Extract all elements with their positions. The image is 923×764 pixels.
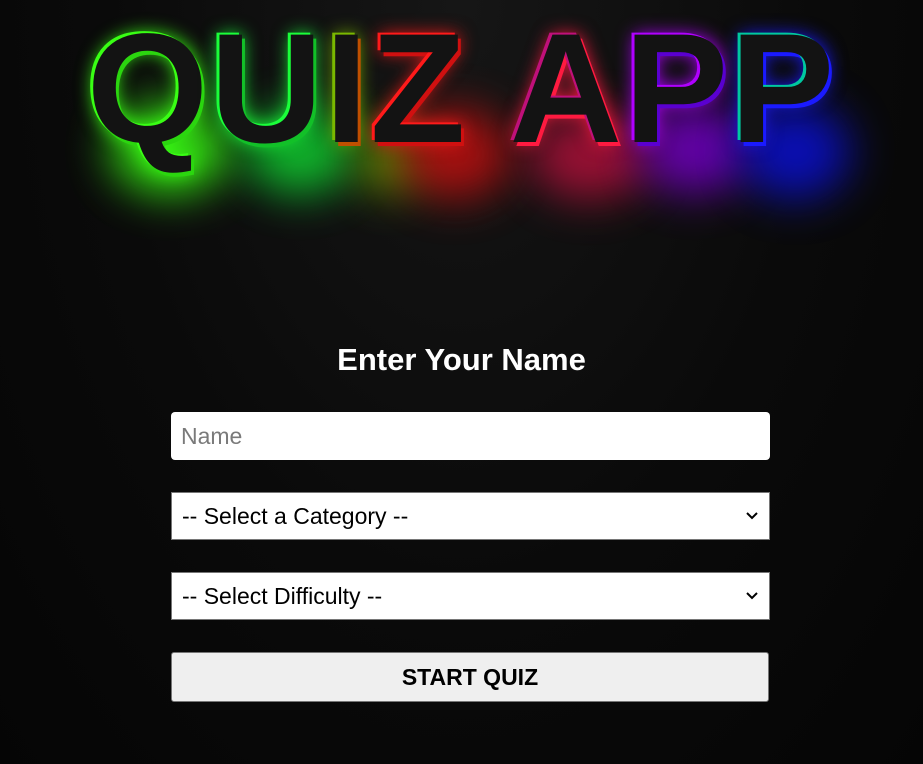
- chevron-down-icon: [745, 589, 759, 603]
- title-letter: I: [324, 2, 371, 176]
- chevron-down-icon: [745, 509, 759, 523]
- title-letter: U: [210, 2, 325, 176]
- category-select-value: -- Select a Category --: [182, 502, 409, 529]
- title-letter: P: [624, 2, 731, 176]
- difficulty-select[interactable]: -- Select Difficulty --: [171, 572, 770, 620]
- difficulty-select-value: -- Select Difficulty --: [182, 582, 383, 609]
- title-letter: P: [730, 2, 837, 176]
- form-heading: Enter Your Name: [337, 342, 586, 377]
- name-input[interactable]: [171, 412, 770, 460]
- title-letter: A: [509, 2, 625, 176]
- app-title: QUIZ APP: [0, 2, 923, 176]
- app-title-banner: QUIZ APP: [0, 2, 923, 204]
- start-quiz-button[interactable]: START QUIZ: [171, 652, 769, 702]
- quiz-app-page: QUIZAPP Enter Your Name -- Select a Cate…: [0, 0, 923, 764]
- title-letter: Q: [86, 2, 211, 176]
- title-letter: Z: [370, 2, 468, 176]
- category-select[interactable]: -- Select a Category --: [171, 492, 770, 540]
